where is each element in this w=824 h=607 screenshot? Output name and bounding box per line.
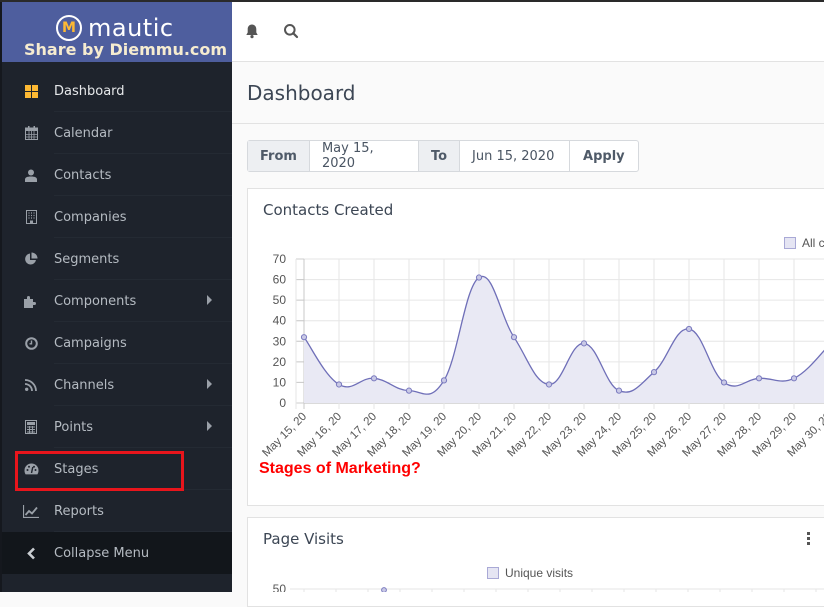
caret-right-icon: [207, 421, 212, 431]
sidebar-item-segments[interactable]: Segments: [2, 238, 232, 280]
caret-right-icon: [207, 379, 212, 389]
dashboard-grid-icon: [22, 84, 40, 98]
legend-swatch: [487, 567, 499, 579]
sidebar-item-points[interactable]: Points: [2, 406, 232, 448]
date-range-filter: From May 15, 2020 To Jun 15, 2020 Apply: [247, 140, 639, 172]
sidebar-item-contacts[interactable]: Contacts: [2, 154, 232, 196]
building-icon: [22, 210, 40, 224]
sidebar-item-label: Campaigns: [54, 335, 127, 351]
mautic-logo[interactable]: M mautic: [56, 14, 174, 42]
chevron-left-icon: [22, 547, 40, 560]
legend-label: All c: [802, 236, 824, 250]
to-label: To: [418, 141, 461, 171]
page-visits-widget: Page Visits Unique visits: [247, 517, 824, 607]
widget-title: Page Visits: [263, 530, 344, 548]
topbar: [232, 0, 824, 62]
sidebar-item-components[interactable]: Components: [2, 280, 232, 322]
collapse-menu-button[interactable]: Collapse Menu: [2, 532, 232, 574]
chart-legend[interactable]: All c: [784, 236, 824, 250]
apply-button[interactable]: Apply: [570, 141, 638, 171]
sidebar-item-reports[interactable]: Reports: [2, 490, 232, 532]
user-icon: [22, 169, 40, 182]
line-chart-icon: [22, 504, 40, 518]
sidebar-item-campaigns[interactable]: Campaigns: [2, 322, 232, 364]
caret-right-icon: [207, 295, 212, 305]
sidebar-item-label: Segments: [54, 251, 120, 267]
chart-legend[interactable]: Unique visits: [487, 566, 573, 580]
widget-menu-icon[interactable]: [807, 532, 810, 545]
puzzle-icon: [22, 295, 40, 308]
clock-icon: [22, 336, 40, 350]
widget-title: Contacts Created: [263, 201, 394, 219]
brand-name: mautic: [88, 14, 174, 42]
sidebar-item-label: Dashboard: [54, 83, 125, 99]
legend-label: Unique visits: [505, 566, 574, 580]
sidebar: M mautic Share by Diemmu.com Dashboard Ca…: [0, 0, 232, 592]
to-date-input[interactable]: Jun 15, 2020: [460, 141, 571, 171]
sidebar-item-label: Channels: [54, 377, 115, 393]
calculator-icon: [22, 420, 40, 434]
calendar-icon: [22, 126, 40, 140]
search-icon[interactable]: [283, 23, 299, 43]
sidebar-item-label: Points: [54, 419, 94, 435]
sidebar-item-calendar[interactable]: Calendar: [2, 112, 232, 154]
from-date-input[interactable]: May 15, 2020: [310, 141, 419, 171]
collapse-menu-label: Collapse Menu: [54, 545, 150, 561]
sidebar-item-dashboard[interactable]: Dashboard: [2, 70, 232, 112]
watermark-text: Share by Diemmu.com: [24, 40, 228, 59]
page-header: Dashboard: [232, 62, 824, 124]
brand-header: M mautic Share by Diemmu.com: [2, 0, 232, 62]
contacts-created-widget: Contacts Created All c: [247, 188, 824, 506]
annotation-text: Stages of Marketing?: [259, 460, 421, 477]
sidebar-item-channels[interactable]: Channels: [2, 364, 232, 406]
legend-swatch: [784, 237, 796, 249]
from-label: From: [248, 141, 310, 171]
page-title: Dashboard: [247, 81, 356, 105]
sidebar-item-label: Companies: [54, 209, 127, 225]
sidebar-item-label: Calendar: [54, 125, 113, 141]
sidebar-item-label: Contacts: [54, 167, 112, 183]
mautic-logo-icon: M: [56, 15, 82, 41]
rss-icon: [22, 379, 40, 391]
bell-icon[interactable]: [244, 23, 260, 43]
stages-highlight-annotation: [15, 451, 184, 491]
sidebar-item-label: Reports: [54, 503, 104, 519]
sidebar-item-label: Components: [54, 293, 137, 309]
sidebar-nav: Dashboard Calendar Contacts Companies Segmen…: [2, 70, 232, 574]
window-top-edge: [0, 0, 824, 2]
pie-chart-icon: [22, 252, 40, 266]
sidebar-item-companies[interactable]: Companies: [2, 196, 232, 238]
